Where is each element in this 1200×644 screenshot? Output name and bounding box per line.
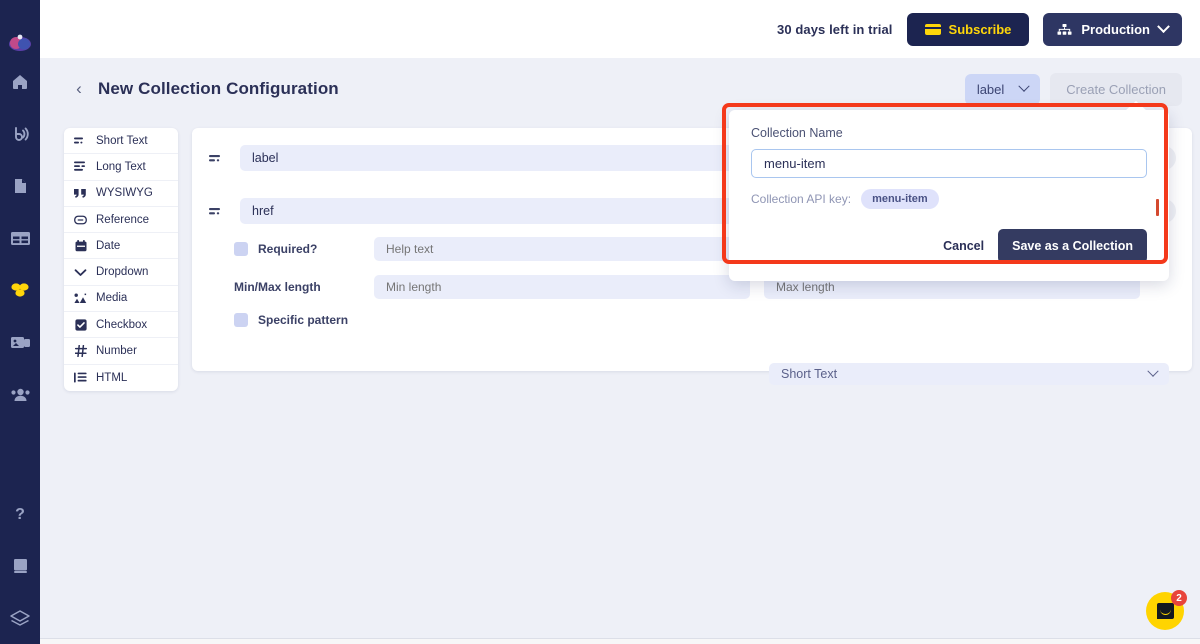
specific-pattern-label: Specific pattern	[258, 313, 349, 327]
environment-label: Production	[1081, 21, 1150, 37]
field-type-label: WYSIWYG	[96, 187, 153, 200]
field-type-short-text[interactable]: Short Text	[64, 128, 178, 155]
subscribe-label: Subscribe	[948, 21, 1012, 37]
field-type-label: Reference	[96, 213, 150, 226]
required-label: Required?	[258, 242, 318, 256]
collection-name-input[interactable]	[751, 149, 1147, 178]
display-field-select[interactable]: label	[964, 73, 1041, 105]
required-label-group: Required?	[234, 242, 374, 256]
trial-status: 30 days left in trial	[776, 21, 893, 37]
field-type-label: Long Text	[96, 160, 146, 173]
sidebar-item-docs[interactable]	[0, 540, 40, 592]
field-type-wysiwyg[interactable]: WYSIWYG	[64, 181, 178, 207]
environment-selector[interactable]: Production	[1043, 12, 1182, 46]
chevron-down-icon	[1157, 19, 1170, 33]
field-type-number[interactable]: Number	[64, 338, 178, 365]
popover-caret	[1125, 101, 1147, 111]
short-text-icon	[208, 206, 226, 216]
field-type-label: Media	[96, 292, 128, 305]
field-type-label: HTML	[96, 371, 128, 384]
modal-body: Collection Name Collection API key: menu…	[729, 101, 1169, 281]
help-text-input[interactable]	[374, 237, 750, 261]
field-type-checkbox[interactable]: Checkbox	[64, 312, 178, 339]
field-type-date[interactable]: Date	[64, 233, 178, 260]
field-type-label: Number	[96, 345, 137, 358]
chat-icon	[1156, 603, 1174, 619]
field-type-dropdown[interactable]: Dropdown	[64, 259, 178, 286]
long-text-icon	[74, 160, 87, 173]
sidebar-item-team[interactable]	[0, 368, 40, 420]
field-type-label: Checkbox	[96, 318, 148, 331]
field-type-html[interactable]: HTML	[64, 365, 178, 391]
calendar-icon	[74, 239, 87, 252]
sidebar-item-media[interactable]	[0, 316, 40, 368]
cancel-button[interactable]: Cancel	[943, 239, 984, 253]
page-title: New Collection Configuration	[98, 79, 339, 98]
field-type-label: Short Text	[96, 134, 148, 147]
display-field-value: label	[976, 81, 1005, 97]
sidebar-item-api[interactable]	[0, 108, 40, 160]
short-text-icon	[208, 153, 226, 163]
checkbox-icon	[74, 318, 87, 331]
chevron-down-icon	[74, 266, 87, 279]
modal-actions: Cancel Save as a Collection	[751, 229, 1147, 263]
field-type-select-value: Short Text	[781, 367, 838, 381]
subscribe-button[interactable]: Subscribe	[906, 12, 1030, 46]
specific-pattern-checkbox[interactable]	[234, 313, 248, 327]
left-sidebar: ?	[0, 0, 40, 644]
sidebar-item-help[interactable]: ?	[0, 488, 40, 540]
field-type-reference[interactable]: Reference	[64, 207, 178, 234]
minmax-label: Min/Max length	[234, 280, 321, 294]
sidebar-item-tables[interactable]	[0, 212, 40, 264]
create-collection-button[interactable]: Create Collection	[1050, 72, 1182, 106]
header-actions: label Create Collection	[964, 72, 1182, 106]
sidebar-item-pages[interactable]	[0, 160, 40, 212]
link-icon	[74, 213, 87, 226]
collection-name-label: Collection Name	[751, 126, 843, 140]
sidebar-item-layers[interactable]	[0, 592, 40, 644]
field-type-media[interactable]: Media	[64, 286, 178, 313]
chat-widget-button[interactable]: 2	[1146, 590, 1187, 630]
option-row-pattern: Specific pattern	[234, 313, 1176, 327]
save-collection-popover: Collection Name Collection API key: menu…	[729, 101, 1169, 281]
field-type-label: Dropdown	[96, 266, 149, 279]
short-text-icon	[74, 134, 87, 147]
chevron-down-icon	[1147, 365, 1159, 377]
field-type-long-text[interactable]: Long Text	[64, 154, 178, 181]
app-root: ? 30 days left in trial Subscribe Produc…	[0, 0, 1200, 644]
api-key-chip: menu-item	[861, 189, 939, 209]
quote-icon	[74, 187, 87, 200]
chevron-down-icon	[1018, 80, 1030, 92]
api-key-row: Collection API key: menu-item	[751, 189, 1147, 209]
bottom-strip	[40, 638, 1200, 644]
hash-icon	[74, 345, 87, 358]
save-as-collection-button[interactable]: Save as a Collection	[998, 229, 1147, 263]
topbar: 30 days left in trial Subscribe Producti…	[40, 0, 1200, 58]
sidebar-item-components[interactable]	[0, 264, 40, 316]
list-icon	[74, 371, 87, 384]
app-logo[interactable]	[7, 30, 33, 56]
field-type-label: Date	[96, 239, 121, 252]
min-length-input[interactable]	[374, 275, 750, 299]
sidebar-item-home[interactable]	[0, 56, 40, 108]
credit-card-icon	[924, 23, 941, 35]
image-icon	[74, 292, 87, 305]
svg-text:?: ?	[15, 506, 25, 523]
field-types-panel: Short Text Long Text WYSIWYG Reference D…	[64, 128, 178, 391]
required-checkbox[interactable]	[234, 242, 248, 256]
sitemap-icon	[1057, 23, 1072, 35]
api-key-label: Collection API key:	[751, 192, 852, 206]
back-button[interactable]: ‹	[68, 78, 90, 100]
field-type-select[interactable]: Short Text	[769, 363, 1169, 385]
chat-unread-badge: 2	[1171, 590, 1187, 606]
pattern-label-group: Specific pattern	[234, 313, 374, 327]
